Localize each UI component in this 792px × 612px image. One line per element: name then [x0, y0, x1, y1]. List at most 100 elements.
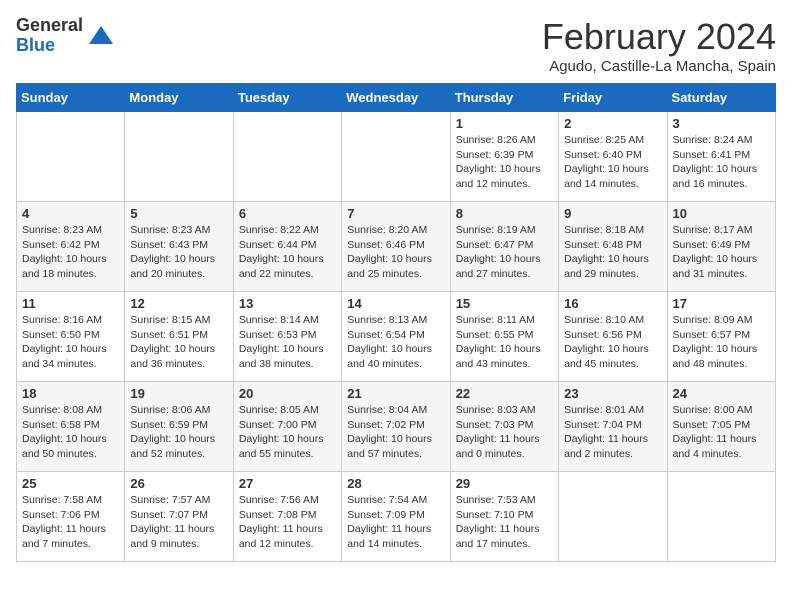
cell-content: Sunrise: 8:08 AM Sunset: 6:58 PM Dayligh…	[22, 403, 119, 462]
calendar-cell: 10Sunrise: 8:17 AM Sunset: 6:49 PM Dayli…	[667, 202, 775, 292]
week-row-2: 11 Sunrise: 8:16 AM Sunset: 6:50 PM Dayli…	[17, 292, 776, 382]
calendar-cell	[559, 472, 667, 562]
day-number: 1	[456, 116, 553, 131]
logo-icon	[87, 22, 115, 50]
day-number: 16	[564, 296, 661, 311]
calendar-cell: 23Sunrise: 8:01 AM Sunset: 7:04 PM Dayli…	[559, 382, 667, 472]
week-row-0: 1 Sunrise: 8:26 AM Sunset: 6:39 PM Daylig…	[17, 112, 776, 202]
calendar-cell: 22 Sunrise: 8:03 AM Sunset: 7:03 PM Dayli…	[450, 382, 558, 472]
day-number: 2	[564, 116, 661, 131]
cell-content: Sunrise: 8:09 AM Sunset: 6:57 PM Dayligh…	[673, 313, 770, 372]
cell-content: Sunrise: 8:15 AM Sunset: 6:51 PM Dayligh…	[130, 313, 227, 372]
calendar-cell	[667, 472, 775, 562]
calendar-cell: 27Sunrise: 7:56 AM Sunset: 7:08 PM Dayli…	[233, 472, 341, 562]
calendar-cell: 13 Sunrise: 8:14 AM Sunset: 6:53 PM Dayli…	[233, 292, 341, 382]
cell-content: Sunrise: 8:22 AM Sunset: 6:44 PM Dayligh…	[239, 223, 336, 282]
day-number: 10	[673, 206, 770, 221]
cell-content: Sunrise: 8:11 AM Sunset: 6:55 PM Dayligh…	[456, 313, 553, 372]
day-header-sunday: Sunday	[17, 84, 125, 112]
cell-content: Sunrise: 8:00 AM Sunset: 7:05 PM Dayligh…	[673, 403, 770, 462]
day-header-friday: Friday	[559, 84, 667, 112]
calendar-cell: 26Sunrise: 7:57 AM Sunset: 7:07 PM Dayli…	[125, 472, 233, 562]
day-number: 25	[22, 476, 119, 491]
calendar-cell: 20 Sunrise: 8:05 AM Sunset: 7:00 PM Dayli…	[233, 382, 341, 472]
calendar-cell: 11 Sunrise: 8:16 AM Sunset: 6:50 PM Dayli…	[17, 292, 125, 382]
cell-content: Sunrise: 7:54 AM Sunset: 7:09 PM Dayligh…	[347, 493, 444, 552]
calendar-cell: 4 Sunrise: 8:23 AM Sunset: 6:42 PM Daylig…	[17, 202, 125, 292]
day-number: 22	[456, 386, 553, 401]
calendar-cell: 6 Sunrise: 8:22 AM Sunset: 6:44 PM Daylig…	[233, 202, 341, 292]
logo-blue: Blue	[16, 36, 83, 56]
logo: General Blue	[16, 16, 115, 56]
day-number: 12	[130, 296, 227, 311]
calendar-cell: 24 Sunrise: 8:00 AM Sunset: 7:05 PM Dayli…	[667, 382, 775, 472]
cell-content: Sunrise: 8:24 AM Sunset: 6:41 PM Dayligh…	[673, 133, 770, 192]
title-section: February 2024 Agudo, Castille-La Mancha,…	[542, 16, 776, 75]
cell-content: Sunrise: 8:23 AM Sunset: 6:43 PM Dayligh…	[130, 223, 227, 282]
day-number: 4	[22, 206, 119, 221]
day-number: 13	[239, 296, 336, 311]
day-header-monday: Monday	[125, 84, 233, 112]
cell-content: Sunrise: 8:14 AM Sunset: 6:53 PM Dayligh…	[239, 313, 336, 372]
days-header-row: SundayMondayTuesdayWednesdayThursdayFrid…	[17, 84, 776, 112]
day-number: 21	[347, 386, 444, 401]
calendar-cell	[17, 112, 125, 202]
calendar-table: SundayMondayTuesdayWednesdayThursdayFrid…	[16, 83, 776, 562]
calendar-cell: 28 Sunrise: 7:54 AM Sunset: 7:09 PM Dayli…	[342, 472, 450, 562]
logo-general: General	[16, 16, 83, 36]
cell-content: Sunrise: 7:57 AM Sunset: 7:07 PM Dayligh…	[130, 493, 227, 552]
calendar-cell: 5 Sunrise: 8:23 AM Sunset: 6:43 PM Daylig…	[125, 202, 233, 292]
day-number: 20	[239, 386, 336, 401]
location: Agudo, Castille-La Mancha, Spain	[542, 58, 776, 75]
calendar-cell: 7 Sunrise: 8:20 AM Sunset: 6:46 PM Daylig…	[342, 202, 450, 292]
calendar-cell: 18 Sunrise: 8:08 AM Sunset: 6:58 PM Dayli…	[17, 382, 125, 472]
cell-content: Sunrise: 7:56 AM Sunset: 7:08 PM Dayligh…	[239, 493, 336, 552]
calendar-cell: 2Sunrise: 8:25 AM Sunset: 6:40 PM Daylig…	[559, 112, 667, 202]
calendar-cell	[342, 112, 450, 202]
cell-content: Sunrise: 8:01 AM Sunset: 7:04 PM Dayligh…	[564, 403, 661, 462]
calendar-cell: 17 Sunrise: 8:09 AM Sunset: 6:57 PM Dayli…	[667, 292, 775, 382]
day-number: 7	[347, 206, 444, 221]
cell-content: Sunrise: 7:58 AM Sunset: 7:06 PM Dayligh…	[22, 493, 119, 552]
calendar-cell: 3 Sunrise: 8:24 AM Sunset: 6:41 PM Daylig…	[667, 112, 775, 202]
day-number: 24	[673, 386, 770, 401]
logo-text: General Blue	[16, 16, 83, 56]
day-number: 11	[22, 296, 119, 311]
day-number: 3	[673, 116, 770, 131]
cell-content: Sunrise: 8:20 AM Sunset: 6:46 PM Dayligh…	[347, 223, 444, 282]
day-header-wednesday: Wednesday	[342, 84, 450, 112]
calendar-cell: 21 Sunrise: 8:04 AM Sunset: 7:02 PM Dayli…	[342, 382, 450, 472]
day-header-tuesday: Tuesday	[233, 84, 341, 112]
calendar-cell: 8Sunrise: 8:19 AM Sunset: 6:47 PM Daylig…	[450, 202, 558, 292]
calendar-cell: 15Sunrise: 8:11 AM Sunset: 6:55 PM Dayli…	[450, 292, 558, 382]
cell-content: Sunrise: 8:05 AM Sunset: 7:00 PM Dayligh…	[239, 403, 336, 462]
day-number: 17	[673, 296, 770, 311]
day-number: 29	[456, 476, 553, 491]
calendar-cell: 25 Sunrise: 7:58 AM Sunset: 7:06 PM Dayli…	[17, 472, 125, 562]
calendar-cell: 12 Sunrise: 8:15 AM Sunset: 6:51 PM Dayli…	[125, 292, 233, 382]
cell-content: Sunrise: 8:16 AM Sunset: 6:50 PM Dayligh…	[22, 313, 119, 372]
cell-content: Sunrise: 8:06 AM Sunset: 6:59 PM Dayligh…	[130, 403, 227, 462]
cell-content: Sunrise: 8:13 AM Sunset: 6:54 PM Dayligh…	[347, 313, 444, 372]
cell-content: Sunrise: 8:26 AM Sunset: 6:39 PM Dayligh…	[456, 133, 553, 192]
day-number: 6	[239, 206, 336, 221]
day-number: 28	[347, 476, 444, 491]
week-row-1: 4 Sunrise: 8:23 AM Sunset: 6:42 PM Daylig…	[17, 202, 776, 292]
cell-content: Sunrise: 8:04 AM Sunset: 7:02 PM Dayligh…	[347, 403, 444, 462]
day-number: 18	[22, 386, 119, 401]
day-number: 19	[130, 386, 227, 401]
cell-content: Sunrise: 8:19 AM Sunset: 6:47 PM Dayligh…	[456, 223, 553, 282]
cell-content: Sunrise: 8:23 AM Sunset: 6:42 PM Dayligh…	[22, 223, 119, 282]
page-header: General Blue February 2024 Agudo, Castil…	[16, 16, 776, 75]
day-number: 5	[130, 206, 227, 221]
cell-content: Sunrise: 7:53 AM Sunset: 7:10 PM Dayligh…	[456, 493, 553, 552]
cell-content: Sunrise: 8:03 AM Sunset: 7:03 PM Dayligh…	[456, 403, 553, 462]
calendar-cell: 29 Sunrise: 7:53 AM Sunset: 7:10 PM Dayli…	[450, 472, 558, 562]
calendar-cell	[233, 112, 341, 202]
week-row-4: 25 Sunrise: 7:58 AM Sunset: 7:06 PM Dayli…	[17, 472, 776, 562]
day-header-thursday: Thursday	[450, 84, 558, 112]
day-number: 9	[564, 206, 661, 221]
calendar-cell: 14Sunrise: 8:13 AM Sunset: 6:54 PM Dayli…	[342, 292, 450, 382]
calendar-cell: 19 Sunrise: 8:06 AM Sunset: 6:59 PM Dayli…	[125, 382, 233, 472]
calendar-cell: 16Sunrise: 8:10 AM Sunset: 6:56 PM Dayli…	[559, 292, 667, 382]
